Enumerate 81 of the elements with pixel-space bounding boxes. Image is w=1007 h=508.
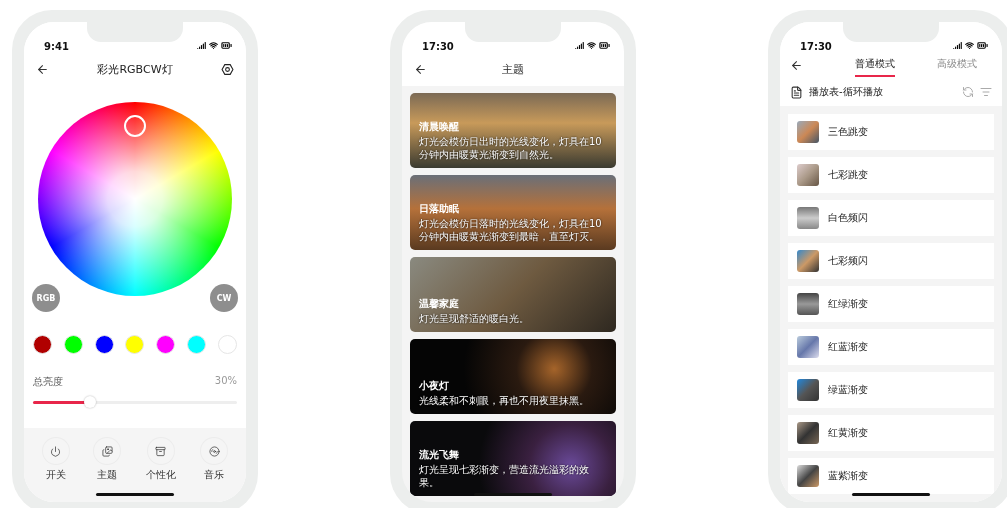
- settings-icon[interactable]: [221, 62, 234, 76]
- theme-description: 灯光呈现七彩渐变，营造流光溢彩的效果。: [419, 464, 590, 489]
- list-icon[interactable]: [980, 86, 992, 98]
- scene-item[interactable]: 绿蓝渐变: [788, 372, 994, 408]
- brightness-slider[interactable]: [33, 395, 237, 409]
- theme-description: 灯光会模仿日出时的光线变化，灯具在10分钟内由暖黄光渐变到自然光。: [419, 136, 603, 161]
- scene-name: 蓝紫渐变: [828, 469, 868, 483]
- scene-name: 白色频闪: [828, 211, 868, 225]
- scene-name: 三色跳变: [828, 125, 868, 139]
- scene-name: 七彩跳变: [828, 168, 868, 182]
- back-icon[interactable]: [36, 62, 49, 76]
- photo-placeholder: [797, 379, 819, 401]
- theme-title: 小夜灯: [419, 378, 450, 393]
- battery-icon: [977, 40, 988, 51]
- photo-placeholder: [797, 164, 819, 186]
- battery-icon: [221, 40, 232, 51]
- box-icon: [155, 445, 167, 457]
- color-swatch[interactable]: [94, 335, 114, 354]
- color-swatch[interactable]: [156, 335, 176, 354]
- theme-description: 光线柔和不刺眼，再也不用夜里抹黑。: [419, 394, 590, 407]
- scene-name: 红绿渐变: [828, 297, 868, 311]
- scene-item[interactable]: 七彩跳变: [788, 157, 994, 193]
- status-time: 17:30: [422, 41, 454, 52]
- disc-icon: [208, 445, 220, 457]
- back-icon[interactable]: [414, 62, 427, 76]
- scene-item[interactable]: 七彩频闪: [788, 243, 994, 279]
- status-time: 9:41: [44, 41, 69, 52]
- theme-title: 温馨家庭: [419, 296, 460, 311]
- signal-icon: [575, 41, 584, 50]
- color-swatch[interactable]: [63, 335, 83, 354]
- theme-description: 灯光会模仿日落时的光线变化，灯具在10分钟内由暖黄光渐变到最暗，直至灯灭。: [419, 218, 603, 243]
- scene-item[interactable]: 红黄渐变: [788, 415, 994, 451]
- photo-placeholder: [797, 465, 819, 487]
- back-icon[interactable]: [790, 58, 803, 72]
- photo-placeholder: [797, 336, 819, 358]
- color-swatch[interactable]: [217, 335, 237, 354]
- scene-item[interactable]: 红绿渐变: [788, 286, 994, 322]
- photo-placeholder: [797, 293, 819, 315]
- scene-name: 红黄渐变: [828, 426, 868, 440]
- theme-card[interactable]: 清晨唤醒 灯光会模仿日出时的光线变化，灯具在10分钟内由暖黄光渐变到自然光。: [410, 93, 616, 168]
- photo-placeholder: [797, 250, 819, 272]
- wifi-icon: [587, 41, 596, 50]
- scene-item[interactable]: 三色跳变: [788, 114, 994, 150]
- document-icon: [790, 85, 803, 99]
- theme-title: 清晨唤醒: [419, 120, 460, 134]
- power-icon: [50, 445, 62, 457]
- color-swatch[interactable]: [33, 335, 52, 354]
- screen-title: 主题: [501, 61, 524, 77]
- slider-thumb[interactable]: [84, 396, 97, 408]
- photo-placeholder: [797, 422, 819, 444]
- theme-card[interactable]: 日落助眠 灯光会模仿日落时的光线变化，灯具在10分钟内由暖黄光渐变到最暗，直至灯灭。: [410, 175, 616, 250]
- signal-icon: [953, 41, 962, 50]
- theme-description: 灯光呈现舒适的暖白光。: [419, 312, 530, 325]
- scene-name: 绿蓝渐变: [828, 383, 868, 397]
- scene-item[interactable]: 蓝紫渐变: [788, 458, 994, 494]
- color-swatch[interactable]: [125, 335, 145, 354]
- color-swatch[interactable]: [187, 335, 207, 354]
- scene-item[interactable]: 白色频闪: [788, 200, 994, 236]
- screen-title: 彩光RGBCW灯: [97, 61, 173, 77]
- status-time: 17:30: [800, 41, 832, 52]
- signal-icon: [197, 41, 206, 50]
- theme-title: 日落助眠: [419, 202, 460, 216]
- scene-item[interactable]: 红蓝渐变: [788, 329, 994, 365]
- brightness-value: 30%: [214, 375, 237, 388]
- color-picker-handle[interactable]: [124, 115, 146, 137]
- theme-card[interactable]: 流光飞舞 灯光呈现七彩渐变，营造流光溢彩的效果。: [410, 421, 616, 496]
- wifi-icon: [209, 41, 218, 50]
- brightness-label: 总亮度: [33, 375, 63, 389]
- photo-placeholder: [797, 207, 819, 229]
- battery-icon: [599, 40, 610, 51]
- wifi-icon: [965, 41, 974, 50]
- refresh-icon[interactable]: [962, 86, 974, 98]
- theme-card[interactable]: 温馨家庭 灯光呈现舒适的暖白光。: [410, 257, 616, 332]
- scene-name: 七彩频闪: [828, 254, 868, 268]
- mode-tab[interactable]: 高级模式: [937, 53, 977, 77]
- photo-placeholder: [797, 121, 819, 143]
- images-icon: [101, 445, 113, 457]
- scene-name: 红蓝渐变: [828, 340, 868, 354]
- theme-card[interactable]: 小夜灯 光线柔和不刺眼，再也不用夜里抹黑。: [410, 339, 616, 414]
- theme-title: 流光飞舞: [419, 448, 460, 462]
- playlist-label: 播放表-循环播放: [809, 85, 884, 99]
